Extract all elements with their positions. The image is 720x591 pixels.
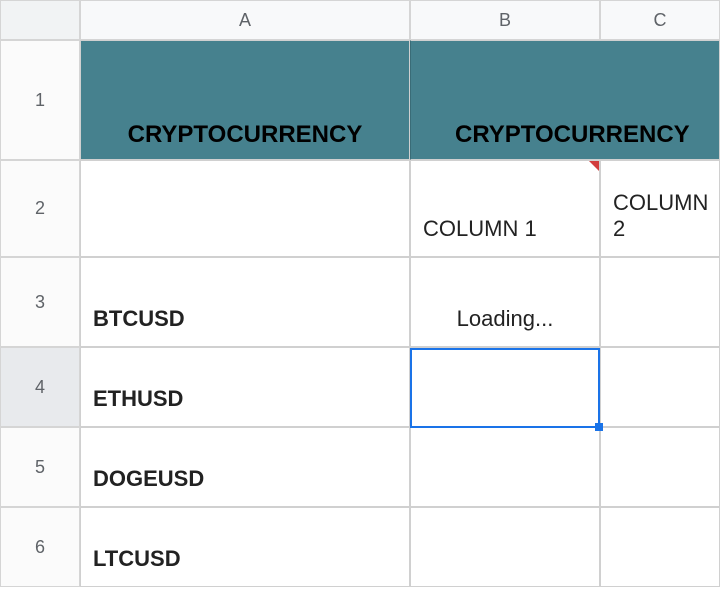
cell-C2[interactable]: COLUMN 2 bbox=[600, 160, 720, 257]
cell-C4[interactable] bbox=[600, 347, 720, 427]
cell-text: COLUMN 1 bbox=[423, 216, 537, 242]
cell-B4[interactable] bbox=[410, 347, 600, 427]
row-header-6[interactable]: 6 bbox=[0, 507, 80, 587]
col-header-C[interactable]: C bbox=[600, 0, 720, 40]
cell-C6[interactable] bbox=[600, 507, 720, 587]
cell-A2[interactable] bbox=[80, 160, 410, 257]
cell-A5[interactable]: DOGEUSD bbox=[80, 427, 410, 507]
cell-B3[interactable]: Loading... bbox=[410, 257, 600, 347]
cell-A6[interactable]: LTCUSD bbox=[80, 507, 410, 587]
cell-text: COLUMN 2 bbox=[613, 190, 708, 242]
col-header-A[interactable]: A bbox=[80, 0, 410, 40]
spreadsheet-grid: A B C 1 CRYPTOCURRENCY CRYPTOCURRENCY 2 … bbox=[0, 0, 720, 587]
cell-A3[interactable]: BTCUSD bbox=[80, 257, 410, 347]
row-header-1[interactable]: 1 bbox=[0, 40, 80, 160]
cell-A1[interactable]: CRYPTOCURRENCY bbox=[80, 40, 410, 160]
row-header-2[interactable]: 2 bbox=[0, 160, 80, 257]
col-header-B[interactable]: B bbox=[410, 0, 600, 40]
row-header-5[interactable]: 5 bbox=[0, 427, 80, 507]
row-header-4[interactable]: 4 bbox=[0, 347, 80, 427]
cell-C5[interactable] bbox=[600, 427, 720, 507]
row-header-3[interactable]: 3 bbox=[0, 257, 80, 347]
cell-text: Loading... bbox=[457, 306, 554, 332]
note-indicator-icon[interactable] bbox=[589, 161, 599, 171]
cell-B5[interactable] bbox=[410, 427, 600, 507]
cell-B6[interactable] bbox=[410, 507, 600, 587]
cell-C3[interactable] bbox=[600, 257, 720, 347]
cell-B2[interactable]: COLUMN 1 bbox=[410, 160, 600, 257]
spreadsheet-viewport: A B C 1 CRYPTOCURRENCY CRYPTOCURRENCY 2 … bbox=[0, 0, 720, 591]
select-all-corner[interactable] bbox=[0, 0, 80, 40]
cell-A4[interactable]: ETHUSD bbox=[80, 347, 410, 427]
cell-B1-C1-merged[interactable]: CRYPTOCURRENCY bbox=[410, 40, 720, 160]
